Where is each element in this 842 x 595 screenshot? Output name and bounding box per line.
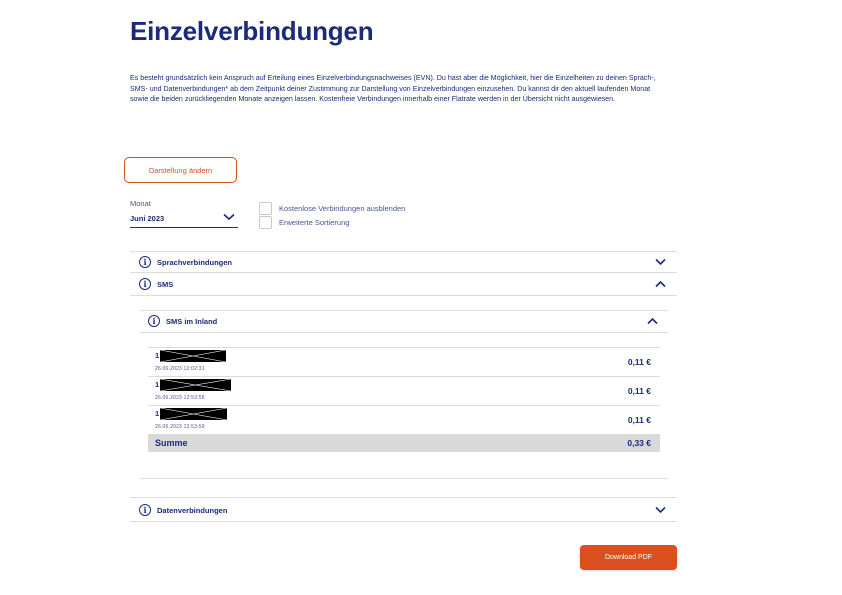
change-view-button[interactable]: Darstellung ändern — [124, 157, 237, 183]
advanced-sort-checkbox[interactable]: Erweiterte Sortierung — [259, 216, 349, 229]
divider — [148, 376, 660, 377]
chevron-down-icon — [223, 213, 235, 221]
month-select[interactable]: Juni 2023 — [130, 209, 238, 228]
section-voice-label: Sprachverbindungen — [157, 257, 233, 267]
divider — [130, 521, 677, 522]
entry-price: 0,11 € — [627, 386, 651, 396]
chevron-up-icon[interactable] — [655, 280, 666, 288]
hide-free-label: Kostenlose Verbindungen ausblenden — [279, 204, 406, 213]
divider — [130, 497, 677, 498]
divider — [140, 310, 668, 311]
info-icon[interactable]: i — [139, 504, 151, 516]
redaction-box — [160, 379, 231, 391]
section-voice[interactable]: i Sprachverbindungen — [139, 256, 232, 268]
info-icon[interactable]: i — [139, 256, 151, 268]
sum-label: Summe — [155, 438, 188, 448]
divider — [130, 272, 677, 273]
sum-row — [148, 434, 660, 452]
divider — [140, 332, 668, 333]
divider — [140, 478, 668, 479]
checkbox-box[interactable] — [259, 202, 272, 215]
entry-number-prefix: 1 — [155, 409, 160, 418]
download-pdf-button[interactable]: Download PDF — [580, 545, 677, 570]
checkbox-box[interactable] — [259, 216, 272, 229]
sum-value: 0,33 € — [627, 438, 651, 448]
section-sms[interactable]: i SMS — [139, 278, 173, 290]
intro-text: Es besteht grundsätzlich kein Anspruch a… — [130, 74, 656, 103]
entry-number-prefix: 1 — [155, 351, 160, 360]
section-sms-domestic-label: SMS im Inland — [166, 316, 218, 326]
entry-price: 0,11 € — [627, 357, 651, 367]
entry-price: 0,11 € — [627, 415, 651, 425]
entry-date: 26.06.2023 12:53:59 — [155, 424, 205, 430]
section-data-label: Datenverbindungen — [157, 505, 228, 515]
page-title: Einzelverbindungen — [130, 16, 374, 46]
month-value: Juni 2023 — [130, 213, 165, 223]
section-sms-label: SMS — [157, 279, 174, 289]
divider — [130, 295, 677, 296]
info-icon[interactable]: i — [139, 278, 151, 290]
info-icon[interactable]: i — [148, 315, 160, 327]
divider — [130, 251, 677, 252]
redaction-box — [160, 350, 226, 362]
section-data[interactable]: i Datenverbindungen — [139, 504, 227, 516]
redaction-box — [160, 408, 227, 420]
chevron-down-icon[interactable] — [655, 506, 666, 514]
divider — [148, 347, 660, 348]
section-sms-domestic[interactable]: i SMS im Inland — [148, 315, 217, 327]
advanced-sort-label: Erweiterte Sortierung — [279, 218, 350, 227]
entry-date: 26.06.2023 12:53:58 — [155, 395, 205, 401]
hide-free-checkbox[interactable]: Kostenlose Verbindungen ausblenden — [259, 202, 405, 215]
entry-date: 26.06.2023 12:02:31 — [155, 366, 205, 372]
divider — [148, 405, 660, 406]
month-label: Monat — [130, 199, 151, 208]
chevron-up-icon[interactable] — [647, 317, 658, 325]
entry-number-prefix: 1 — [155, 380, 160, 389]
chevron-down-icon[interactable] — [655, 258, 666, 266]
